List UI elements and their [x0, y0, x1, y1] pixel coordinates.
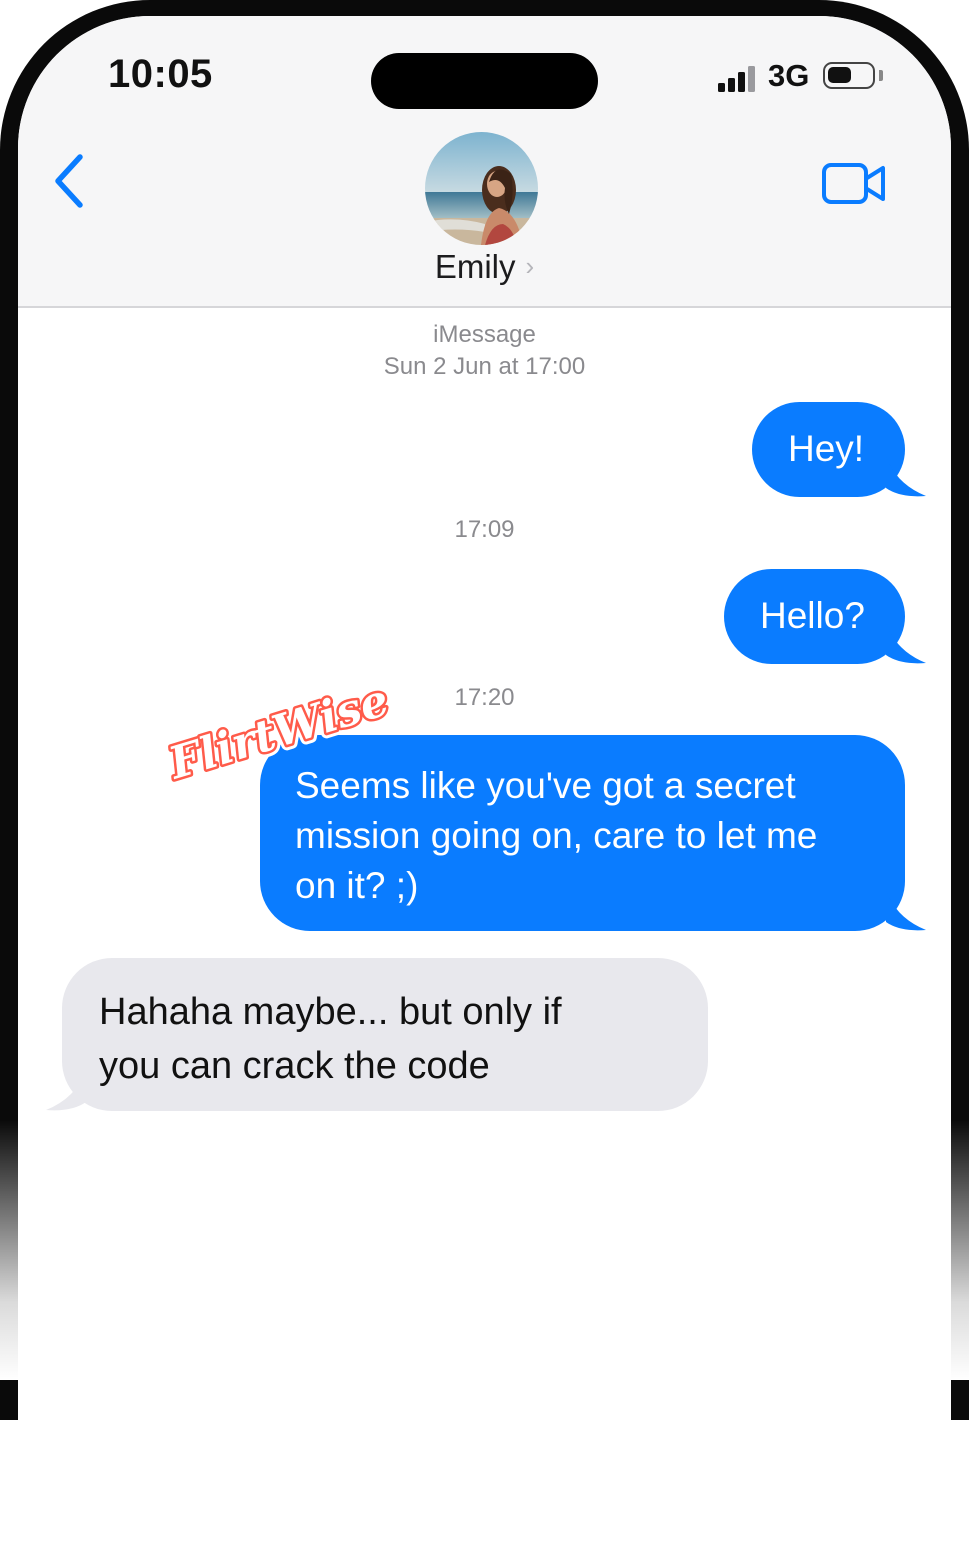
outgoing-message[interactable]: Hey! — [752, 402, 905, 497]
message-text-line: mission going on, care to let me — [295, 815, 818, 856]
svg-text:FlirtWise: FlirtWise — [166, 676, 395, 788]
signal-strength-icon — [718, 66, 760, 92]
page: 10:05 3G Emily › iMessage Sun 2 Jun at 1… — [0, 0, 969, 1547]
avatar-photo — [425, 132, 538, 245]
bubble-tail — [886, 890, 926, 931]
bubble-tail — [886, 456, 926, 497]
conversation-header: 10:05 3G Emily › — [18, 16, 951, 308]
battery-tip — [879, 70, 883, 81]
contact-details-link[interactable]: Emily › — [18, 248, 951, 286]
dynamic-island — [371, 53, 598, 109]
battery-level — [828, 67, 851, 83]
service-label: iMessage — [433, 321, 536, 348]
battery-icon — [823, 62, 875, 89]
contact-avatar[interactable] — [425, 132, 538, 245]
message-text: Hey! — [788, 428, 865, 469]
message-timestamp: 17:09 — [454, 516, 515, 543]
back-button[interactable] — [46, 151, 96, 211]
facetime-video-button[interactable] — [821, 161, 887, 207]
conversation-date: Sun 2 Jun at 17:00 — [383, 353, 586, 380]
frame-fade-overlay — [0, 1120, 969, 1380]
incoming-message[interactable]: Hahaha maybe... but only if you can crac… — [62, 958, 708, 1111]
network-type: 3G — [768, 58, 810, 93]
message-timestamp: 17:20 — [454, 684, 515, 711]
outgoing-message[interactable]: Hello? — [724, 569, 905, 664]
status-time: 10:05 — [108, 52, 213, 96]
message-text: Hello? — [760, 595, 865, 636]
video-camera-icon — [822, 163, 885, 204]
message-text-line: you can crack the code — [99, 1045, 490, 1087]
chevron-left-icon — [55, 154, 83, 208]
message-text-line: Hahaha maybe... but only if — [99, 991, 562, 1033]
chevron-right-icon: › — [525, 251, 535, 281]
bubble-tail — [46, 1070, 86, 1111]
message-text-line: on it? ;) — [295, 865, 419, 906]
bubble-tail — [886, 623, 926, 664]
contact-name: Emily — [434, 248, 516, 285]
flirtwise-logo: FlirtWise FlirtWise FlirtWise — [166, 676, 396, 788]
